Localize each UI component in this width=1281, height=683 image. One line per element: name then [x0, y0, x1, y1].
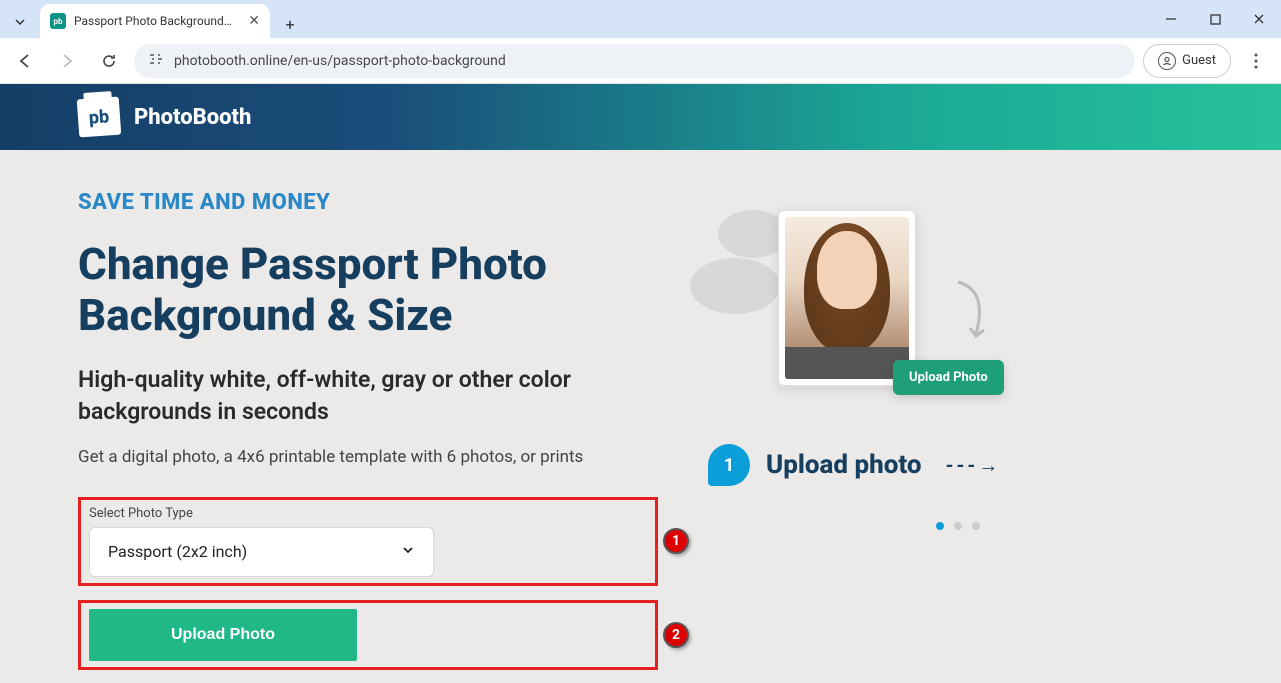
eyebrow-text: SAVE TIME AND MONEY — [78, 190, 658, 215]
window-close-button[interactable] — [1237, 0, 1281, 38]
upload-photo-button[interactable]: Upload Photo — [89, 609, 357, 661]
user-icon — [1158, 52, 1176, 70]
carousel-dot[interactable] — [972, 522, 980, 530]
logo-icon: pb — [77, 97, 122, 138]
hero-illustration: Upload Photo 1 Upload photo ---→ — [718, 190, 1138, 670]
arrow-left-icon — [16, 52, 34, 70]
select-value: Passport (2x2 inch) — [108, 542, 247, 561]
browser-tab[interactable]: pb Passport Photo Background… ✕ — [40, 4, 270, 38]
decorative-blob — [690, 258, 780, 314]
browser-toolbar: photobooth.online/en-us/passport-photo-b… — [0, 38, 1281, 84]
carousel-dot[interactable] — [936, 522, 944, 530]
sample-photo-card — [778, 210, 916, 386]
close-icon — [1253, 13, 1265, 25]
arrow-right-icon — [58, 52, 76, 70]
browser-menu-button[interactable] — [1239, 44, 1273, 78]
curved-arrow-icon — [948, 280, 996, 342]
annotation-box-1: Select Photo Type Passport (2x2 inch) 1 — [78, 497, 658, 586]
annotation-badge-1: 1 — [663, 528, 689, 554]
tab-favicon-icon: pb — [50, 13, 66, 29]
chevron-down-icon — [14, 16, 26, 28]
brand-name: PhotoBooth — [134, 105, 251, 130]
site-settings-icon[interactable] — [148, 51, 164, 71]
tab-title: Passport Photo Background… — [74, 14, 240, 28]
page-content: pb PhotoBooth SAVE TIME AND MONEY Change… — [0, 84, 1281, 683]
dashed-arrow-icon: ---→ — [946, 453, 1002, 478]
site-logo[interactable]: pb PhotoBooth — [78, 98, 251, 136]
step-indicator: 1 Upload photo ---→ — [708, 444, 1138, 486]
photo-type-select[interactable]: Passport (2x2 inch) — [89, 527, 434, 577]
guest-label: Guest — [1182, 53, 1216, 68]
sample-photo-image — [785, 217, 909, 379]
reload-icon — [100, 52, 118, 70]
maximize-icon — [1210, 14, 1221, 25]
select-label: Select Photo Type — [89, 506, 647, 521]
window-maximize-button[interactable] — [1193, 0, 1237, 38]
address-bar[interactable]: photobooth.online/en-us/passport-photo-b… — [134, 44, 1135, 78]
annotation-badge-2: 2 — [663, 622, 689, 648]
browser-tab-strip: pb Passport Photo Background… ✕ + — [0, 0, 1281, 38]
illustration-upload-badge: Upload Photo — [893, 360, 1004, 395]
step-label: Upload photo — [766, 450, 922, 480]
tabs-dropdown-button[interactable] — [4, 6, 36, 38]
carousel-dot[interactable] — [954, 522, 962, 530]
carousel-dots — [778, 522, 1138, 530]
new-tab-button[interactable]: + — [276, 10, 304, 38]
back-button[interactable] — [8, 44, 42, 78]
kebab-icon — [1254, 53, 1258, 69]
minimize-icon — [1165, 13, 1177, 25]
forward-button[interactable] — [50, 44, 84, 78]
guest-profile-button[interactable]: Guest — [1143, 44, 1231, 78]
url-text: photobooth.online/en-us/passport-photo-b… — [174, 53, 506, 69]
page-heading: Change Passport Photo Background & Size — [78, 239, 658, 340]
tab-close-button[interactable]: ✕ — [248, 13, 260, 29]
site-header: pb PhotoBooth — [0, 84, 1281, 150]
reload-button[interactable] — [92, 44, 126, 78]
window-minimize-button[interactable] — [1149, 0, 1193, 38]
page-body-text: Get a digital photo, a 4x6 printable tem… — [78, 447, 658, 467]
annotation-box-2: Upload Photo 2 — [78, 600, 658, 670]
step-number-badge: 1 — [708, 444, 750, 486]
page-subheading: High-quality white, off-white, gray or o… — [78, 364, 658, 428]
chevron-down-icon — [401, 542, 415, 561]
